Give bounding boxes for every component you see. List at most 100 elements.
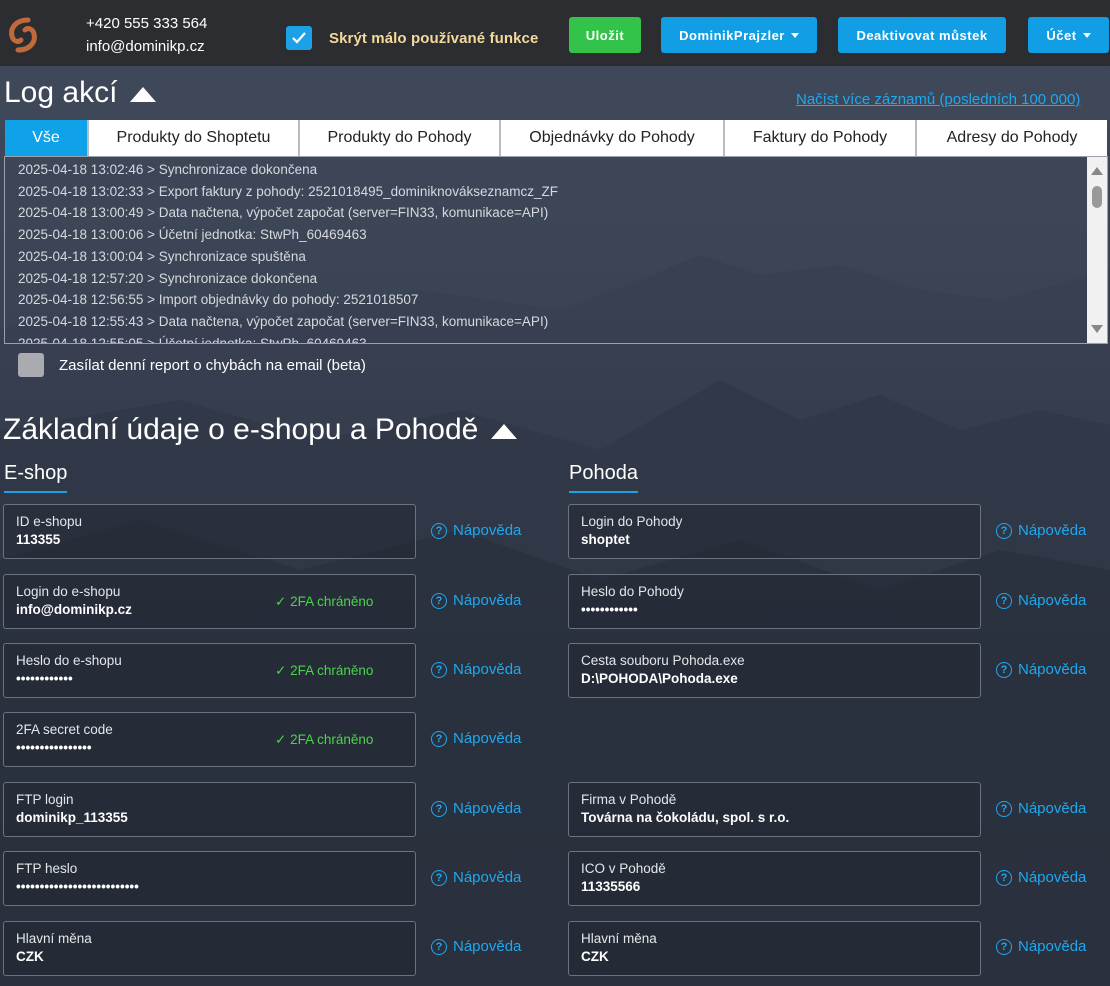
tab-addresses-to-pohoda[interactable]: Adresy do Pohody — [917, 120, 1107, 156]
field-value: CZK — [16, 949, 44, 964]
help-link[interactable]: ? Nápověda — [431, 869, 521, 886]
field-value: CZK — [581, 949, 609, 964]
hide-unused-label: Skrýt málo používané funkce — [329, 29, 539, 47]
log-output[interactable]: 2025-04-18 13:02:46 > Synchronizace doko… — [4, 156, 1108, 344]
help-label: Nápověda — [453, 661, 522, 678]
help-link[interactable]: ? Nápověda — [431, 800, 521, 817]
pohoda-password-field[interactable]: Heslo do Pohody •••••••••••• — [568, 574, 981, 629]
log-line: 2025-04-18 13:02:33 > Export faktury z p… — [18, 183, 558, 199]
pohoda-ico-field[interactable]: ICO v Pohodě 11335566 — [568, 851, 981, 906]
base-section-header[interactable]: Základní údaje o e-shopu a Pohodě — [3, 413, 518, 447]
question-circle-icon: ? — [996, 800, 1012, 817]
help-link[interactable]: ? Nápověda — [431, 661, 521, 678]
daily-report-label: Zasílat denní report o chybách na email … — [59, 356, 366, 374]
account-dropdown-button[interactable]: Účet — [1028, 17, 1109, 53]
ftp-login-field[interactable]: FTP login dominikp_113355 — [3, 782, 416, 837]
question-circle-icon: ? — [431, 522, 447, 539]
question-circle-icon: ? — [996, 938, 1012, 955]
log-title: Log akcí — [4, 76, 118, 109]
log-scrollbar[interactable] — [1087, 157, 1107, 343]
hide-unused-checkbox[interactable] — [286, 26, 312, 50]
user-dropdown-button[interactable]: DominikPrajzler — [661, 17, 817, 53]
daily-report-toggle[interactable]: Zasílat denní report o chybách na email … — [18, 353, 366, 377]
save-button[interactable]: Uložit — [569, 17, 641, 53]
ftp-password-field[interactable]: FTP heslo •••••••••••••••••••••••••• — [3, 851, 416, 906]
deactivate-bridge-button[interactable]: Deaktivovat můstek — [838, 17, 1006, 53]
pohoda-company-field[interactable]: Firma v Pohodě Továrna na čokoládu, spol… — [568, 782, 981, 837]
eshop-id-field[interactable]: ID e-shopu 113355 — [3, 504, 416, 559]
daily-report-checkbox[interactable] — [18, 353, 44, 377]
field-value: info@dominikp.cz — [16, 602, 132, 617]
pohoda-login-field[interactable]: Login do Pohody shoptet — [568, 504, 981, 559]
log-tabs: Vše Produkty do Shoptetu Produkty do Poh… — [5, 120, 1107, 156]
help-label: Nápověda — [453, 730, 522, 747]
caret-down-icon — [1082, 32, 1091, 38]
collapse-arrow-icon[interactable] — [130, 86, 157, 102]
twofa-secret-field[interactable]: 2FA secret code •••••••••••••••• ✓ 2FA c… — [3, 712, 416, 767]
field-label: Login do e-shopu — [16, 584, 121, 599]
scroll-thumb[interactable] — [1092, 186, 1102, 208]
log-line: 2025-04-18 12:55:05 > Účetní jednotka: S… — [18, 335, 367, 344]
help-label: Nápověda — [453, 800, 522, 817]
field-value: D:\POHODA\Pohoda.exe — [581, 671, 738, 686]
help-link[interactable]: ? Nápověda — [431, 730, 521, 747]
help-label: Nápověda — [453, 592, 522, 609]
twofa-protected-badge: ✓ 2FA chráněno — [275, 732, 374, 747]
question-circle-icon: ? — [431, 730, 447, 747]
help-link[interactable]: ? Nápověda — [431, 938, 521, 955]
load-more-records-link[interactable]: Načíst více záznamů (posledních 100 000) — [796, 91, 1080, 108]
scroll-up-arrow-icon[interactable] — [1091, 167, 1103, 175]
pohoda-currency-field[interactable]: Hlavní měna CZK — [568, 921, 981, 976]
twofa-protected-badge: ✓ 2FA chráněno — [275, 663, 374, 678]
eshop-heading: E-shop — [4, 462, 68, 493]
log-line: 2025-04-18 12:57:20 > Synchronizace doko… — [18, 270, 318, 286]
help-link[interactable]: ? Nápověda — [996, 869, 1086, 886]
field-value: 113355 — [16, 532, 61, 547]
log-section-header[interactable]: Log akcí — [4, 76, 157, 110]
question-circle-icon: ? — [431, 800, 447, 817]
help-label: Nápověda — [453, 869, 522, 886]
help-link[interactable]: ? Nápověda — [431, 522, 521, 539]
question-circle-icon: ? — [996, 661, 1012, 678]
question-circle-icon: ? — [431, 592, 447, 609]
field-value: dominikp_113355 — [16, 810, 128, 825]
log-line: 2025-04-18 12:55:43 > Data načtena, výpo… — [18, 313, 549, 329]
hide-unused-toggle[interactable]: Skrýt málo používané funkce — [286, 26, 538, 50]
log-line: 2025-04-18 13:00:04 > Synchronizace spuš… — [18, 248, 306, 264]
help-link[interactable]: ? Nápověda — [996, 938, 1086, 955]
question-circle-icon: ? — [996, 592, 1012, 609]
field-value: •••••••••••••••• — [16, 740, 92, 755]
help-label: Nápověda — [1018, 869, 1087, 886]
logo-icon — [9, 17, 37, 53]
collapse-arrow-icon[interactable] — [491, 423, 518, 439]
eshop-login-field[interactable]: Login do e-shopu info@dominikp.cz ✓ 2FA … — [3, 574, 416, 629]
field-label: Hlavní měna — [16, 931, 92, 946]
field-label: Firma v Pohodě — [581, 792, 677, 807]
field-label: FTP heslo — [16, 861, 78, 876]
help-link[interactable]: ? Nápověda — [996, 592, 1086, 609]
eshop-password-field[interactable]: Heslo do e-shopu •••••••••••• ✓ 2FA chrá… — [3, 643, 416, 698]
log-line: 2025-04-18 13:00:49 > Data načtena, výpo… — [18, 205, 549, 221]
tab-products-to-pohoda[interactable]: Produkty do Pohody — [300, 120, 501, 156]
field-label: Login do Pohody — [581, 514, 683, 529]
question-circle-icon: ? — [431, 938, 447, 955]
help-label: Nápověda — [1018, 522, 1087, 539]
user-dropdown-label: DominikPrajzler — [679, 27, 785, 43]
help-label: Nápověda — [1018, 592, 1087, 609]
field-label: ICO v Pohodě — [581, 861, 666, 876]
help-link[interactable]: ? Nápověda — [996, 661, 1086, 678]
help-link[interactable]: ? Nápověda — [996, 522, 1086, 539]
tab-invoices-to-pohoda[interactable]: Faktury do Pohody — [725, 120, 917, 156]
scroll-down-arrow-icon[interactable] — [1091, 325, 1103, 333]
base-title: Základní údaje o e-shopu a Pohodě — [3, 413, 479, 446]
field-label: 2FA secret code — [16, 722, 113, 737]
eshop-currency-field[interactable]: Hlavní měna CZK — [3, 921, 416, 976]
tab-orders-to-pohoda[interactable]: Objednávky do Pohody — [501, 120, 725, 156]
tab-products-to-shoptet[interactable]: Produkty do Shoptetu — [89, 120, 300, 156]
tab-all[interactable]: Vše — [5, 120, 89, 156]
help-link[interactable]: ? Nápověda — [996, 800, 1086, 817]
help-link[interactable]: ? Nápověda — [431, 592, 521, 609]
field-value: 11335566 — [581, 879, 641, 894]
pohoda-exe-path-field[interactable]: Cesta souboru Pohoda.exe D:\POHODA\Pohod… — [568, 643, 981, 698]
help-label: Nápověda — [453, 938, 522, 955]
